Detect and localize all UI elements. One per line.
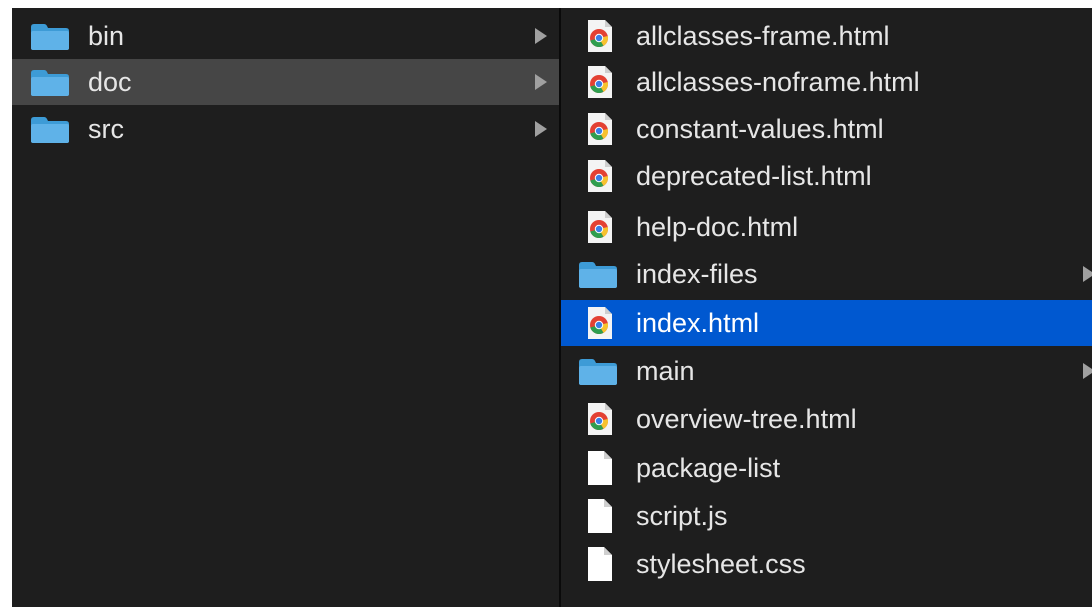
item-label: deprecated-list.html xyxy=(636,161,872,191)
document-icon xyxy=(578,547,618,581)
column-root[interactable]: bin doc src xyxy=(12,8,561,607)
chrome-html-icon xyxy=(578,159,618,193)
folder-icon xyxy=(30,69,70,97)
chrome-html-icon xyxy=(578,210,618,244)
column-2-item-deprecated-list[interactable]: deprecated-list.html xyxy=(561,153,1092,199)
column-2-item-help-doc[interactable]: help-doc.html xyxy=(561,204,1092,250)
column-2-item-stylesheet-css[interactable]: stylesheet.css xyxy=(561,541,1092,587)
chrome-html-icon xyxy=(578,306,618,340)
window-frame-top xyxy=(0,0,1092,8)
column-2-item-index-html[interactable]: index.html xyxy=(561,300,1092,346)
item-label: allclasses-frame.html xyxy=(636,21,890,51)
item-label: stylesheet.css xyxy=(636,549,806,579)
chrome-html-icon xyxy=(578,65,618,99)
item-label: doc xyxy=(88,67,132,97)
chevron-right-icon xyxy=(535,28,547,44)
column-1-item-bin[interactable]: bin xyxy=(12,13,559,59)
column-1-item-doc[interactable]: doc xyxy=(12,59,559,105)
column-2-item-constant-values[interactable]: constant-values.html xyxy=(561,106,1092,152)
chevron-right-icon xyxy=(1083,363,1092,379)
column-2-item-allclasses-noframe[interactable]: allclasses-noframe.html xyxy=(561,59,1092,105)
item-label: allclasses-noframe.html xyxy=(636,67,920,97)
item-label: main xyxy=(636,356,695,386)
item-label: script.js xyxy=(636,501,728,531)
column-doc[interactable]: allclasses-frame.html allclasses-noframe… xyxy=(561,8,1092,607)
column-2-item-package-list[interactable]: package-list xyxy=(561,445,1092,491)
finder-window: bin doc src allclasses-frame.html allcla… xyxy=(0,0,1092,607)
column-2-item-overview-tree[interactable]: overview-tree.html xyxy=(561,396,1092,442)
item-label: index-files xyxy=(636,259,758,289)
item-label: package-list xyxy=(636,453,781,483)
item-label: overview-tree.html xyxy=(636,404,857,434)
folder-icon xyxy=(30,116,70,144)
folder-icon xyxy=(30,23,70,51)
chevron-right-icon xyxy=(535,74,547,90)
item-label: bin xyxy=(88,21,125,51)
folder-icon xyxy=(578,354,618,388)
document-icon xyxy=(578,451,618,485)
window-frame-left xyxy=(0,0,12,607)
item-label: src xyxy=(88,114,124,144)
column-2-item-script-js[interactable]: script.js xyxy=(561,493,1092,539)
item-label: index.html xyxy=(636,308,760,338)
item-label: help-doc.html xyxy=(636,212,799,242)
column-2-item-allclasses-frame[interactable]: allclasses-frame.html xyxy=(561,13,1092,59)
chrome-html-icon xyxy=(578,402,618,436)
item-label: constant-values.html xyxy=(636,114,884,144)
chevron-right-icon xyxy=(1083,266,1092,282)
column-1-item-src[interactable]: src xyxy=(12,106,559,152)
chevron-right-icon xyxy=(535,121,547,137)
column-2-item-index-files[interactable]: index-files xyxy=(561,251,1092,297)
chrome-html-icon xyxy=(578,112,618,146)
column-2-item-main[interactable]: main xyxy=(561,348,1092,394)
document-icon xyxy=(578,499,618,533)
folder-icon xyxy=(578,257,618,291)
chrome-html-icon xyxy=(578,19,618,53)
